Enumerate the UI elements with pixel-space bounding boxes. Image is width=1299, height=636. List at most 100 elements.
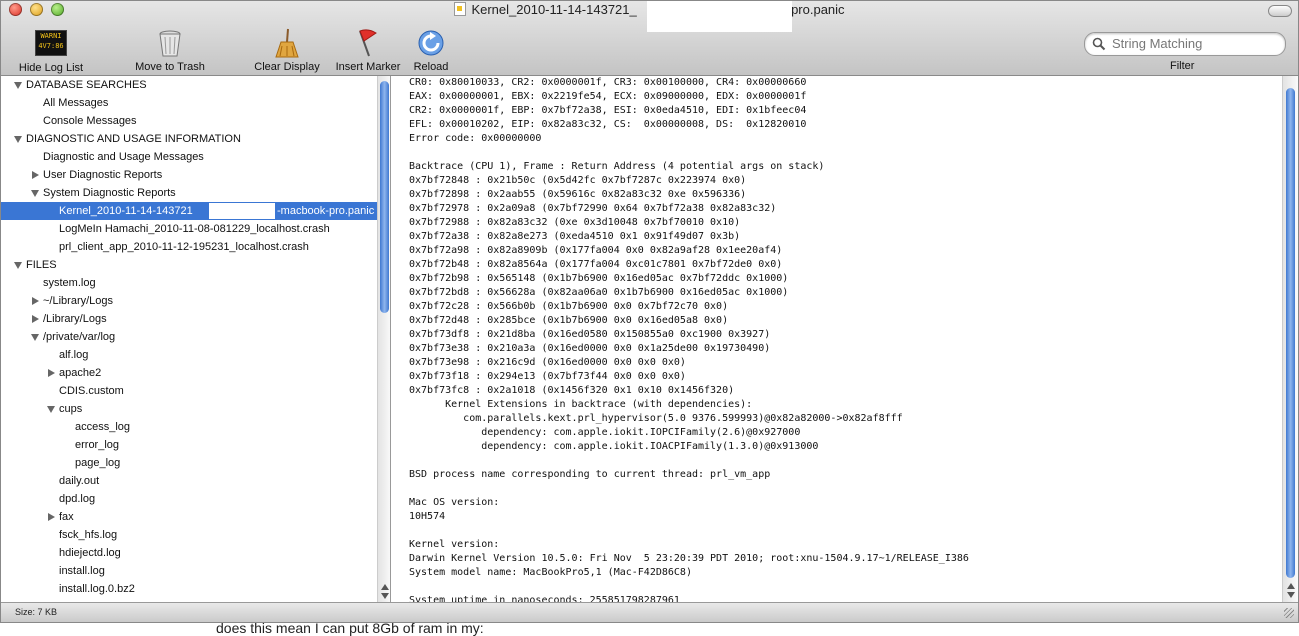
trash-icon xyxy=(159,30,181,57)
sidebar-item-label: DIAGNOSTIC AND USAGE INFORMATION xyxy=(26,133,241,145)
flag-icon xyxy=(359,29,377,57)
sidebar-item-label: User Diagnostic Reports xyxy=(43,169,163,181)
sidebar-item[interactable]: Diagnostic and Usage Messages xyxy=(1,148,377,166)
sidebar-item[interactable]: Kernel_2010-11-14-143721 -macbook-pro.pan… xyxy=(1,202,377,220)
sidebar-item[interactable]: apache2 xyxy=(1,364,377,382)
sidebar-item-label: DATABASE SEARCHES xyxy=(26,79,147,91)
sidebar-item[interactable]: access_log xyxy=(1,418,377,436)
disclosure-open-icon[interactable] xyxy=(13,130,23,148)
hide-log-list-label: Hide Log List xyxy=(18,62,84,74)
disclosure-open-icon[interactable] xyxy=(30,328,40,346)
resize-grip-icon[interactable] xyxy=(1284,608,1294,618)
sidebar-item-label: System Diagnostic Reports xyxy=(43,187,176,199)
document-icon xyxy=(454,2,467,16)
sidebar-item[interactable]: /Library/Logs xyxy=(1,310,377,328)
clear-display-label: Clear Display xyxy=(254,61,320,73)
disclosure-closed-icon[interactable] xyxy=(46,364,56,382)
sidebar-item[interactable]: /private/var/log xyxy=(1,328,377,346)
sidebar-item-label: daily.out xyxy=(59,475,100,487)
reload-icon xyxy=(418,30,444,56)
toolbar: Kernel_2010-11-14-143721_ -pro.panic WARN… xyxy=(1,1,1298,76)
toolbar-toggle-button[interactable] xyxy=(1268,5,1292,17)
sidebar-item-label: system.log xyxy=(43,277,96,289)
sidebar-item-label: alf.log xyxy=(59,349,89,361)
move-to-trash-label: Move to Trash xyxy=(135,61,205,73)
sidebar-item-label: CDIS.custom xyxy=(59,385,124,397)
log-scrollbar[interactable] xyxy=(1282,76,1298,602)
reload-button[interactable]: Reload xyxy=(411,28,451,73)
log-scroll-up-arrow[interactable] xyxy=(1287,583,1295,589)
search-field[interactable]: String Matching xyxy=(1084,32,1286,56)
disclosure-closed-icon[interactable] xyxy=(30,166,40,184)
sidebar-item-label: prl_client_app_2010-11-12-195231_localho… xyxy=(59,241,309,253)
window-title-prefix: Kernel_2010-11-14-143721_ xyxy=(471,2,637,17)
sidebar-item[interactable]: System Diagnostic Reports xyxy=(1,184,377,202)
sidebar-item[interactable]: hdiejectd.log xyxy=(1,544,377,562)
sidebar-scroll-thumb[interactable] xyxy=(380,81,389,313)
sidebar-item-label: install.log.0.bz2 xyxy=(59,583,135,595)
broom-icon xyxy=(275,28,299,58)
log-text: CR0: 0x80010033, CR2: 0x0000001f, CR3: 0… xyxy=(409,77,969,602)
sidebar-item-label: access_log xyxy=(75,421,131,433)
sidebar-item[interactable]: prl_client_app_2010-11-12-195231_localho… xyxy=(1,238,377,256)
sidebar-item-label: apache2 xyxy=(59,367,102,379)
log-content-pane: CR0: 0x80010033, CR2: 0x0000001f, CR3: 0… xyxy=(391,76,1298,602)
disclosure-open-icon[interactable] xyxy=(30,184,40,202)
sidebar-item-label: error_log xyxy=(75,439,120,451)
disclosure-open-icon[interactable] xyxy=(46,400,56,418)
log-scroll-down-arrow[interactable] xyxy=(1287,592,1295,598)
sidebar-section-header[interactable]: DATABASE SEARCHES xyxy=(1,76,377,94)
sidebar-item[interactable]: cups xyxy=(1,400,377,418)
move-to-trash-button[interactable]: Move to Trash xyxy=(131,28,209,73)
search-placeholder: String Matching xyxy=(1112,36,1203,51)
sidebar-item[interactable]: install.log xyxy=(1,562,377,580)
disclosure-open-icon[interactable] xyxy=(13,256,23,274)
window-title-suffix: -pro.panic xyxy=(786,2,845,17)
reload-label: Reload xyxy=(413,61,449,73)
sidebar-item-label: Console Messages xyxy=(43,115,137,127)
sidebar-item[interactable]: dpd.log xyxy=(1,490,377,508)
sidebar-item[interactable]: LogMeIn Hamachi_2010-11-08-081229_localh… xyxy=(1,220,377,238)
sidebar-item[interactable]: All Messages xyxy=(1,94,377,112)
sidebar-item[interactable]: Console Messages xyxy=(1,112,377,130)
sidebar-item[interactable]: CDIS.custom xyxy=(1,382,377,400)
sidebar-item[interactable]: ~/Library/Logs xyxy=(1,292,377,310)
sidebar-scroll-down-arrow[interactable] xyxy=(381,593,389,599)
sidebar-scroll-up-arrow[interactable] xyxy=(381,584,389,590)
sidebar-item-label: /Library/Logs xyxy=(43,313,107,325)
sidebar-item-label: fsck_hfs.log xyxy=(59,529,118,541)
sidebar-item[interactable]: fax xyxy=(1,508,377,526)
sidebar-item-label: LogMeIn Hamachi_2010-11-08-081229_localh… xyxy=(59,223,330,235)
log-scroll-thumb[interactable] xyxy=(1286,88,1295,578)
redaction-box xyxy=(209,203,275,219)
sidebar-section-header[interactable]: FILES xyxy=(1,256,377,274)
warning-log-icon: WARNI 4V7:86 xyxy=(35,30,67,56)
sidebar-item[interactable]: error_log xyxy=(1,436,377,454)
sidebar-item-label: hdiejectd.log xyxy=(59,547,121,559)
sidebar-item[interactable]: fsck_hfs.log xyxy=(1,526,377,544)
size-label: Size: 7 KB xyxy=(15,607,58,617)
sidebar-item[interactable]: page_log xyxy=(1,454,377,472)
disclosure-closed-icon[interactable] xyxy=(30,310,40,328)
sidebar-item[interactable]: daily.out xyxy=(1,472,377,490)
sidebar-section-header[interactable]: DIAGNOSTIC AND USAGE INFORMATION xyxy=(1,130,377,148)
sidebar-item-label: /private/var/log xyxy=(43,331,116,343)
disclosure-open-icon[interactable] xyxy=(13,76,23,94)
sidebar-scrollbar[interactable] xyxy=(377,76,390,602)
hide-log-list-button[interactable]: WARNI 4V7:86 Hide Log List xyxy=(15,28,87,74)
disclosure-closed-icon[interactable] xyxy=(46,508,56,526)
sidebar-item-label: page_log xyxy=(75,457,121,469)
sidebar-item[interactable]: User Diagnostic Reports xyxy=(1,166,377,184)
sidebar-item-label: install.log xyxy=(59,565,105,577)
sidebar-item[interactable]: system.log xyxy=(1,274,377,292)
filter-label: Filter xyxy=(1170,60,1195,72)
insert-marker-button[interactable]: Insert Marker xyxy=(331,28,405,73)
sidebar-item-label: Kernel_2010-11-14-143721 xyxy=(59,205,193,217)
sidebar-item-label: cups xyxy=(59,403,83,415)
sidebar-item[interactable]: alf.log xyxy=(1,346,377,364)
sidebar-item-label: All Messages xyxy=(43,97,109,109)
disclosure-closed-icon[interactable] xyxy=(30,292,40,310)
sidebar-item[interactable]: install.log.0.bz2 xyxy=(1,580,377,598)
clear-display-button[interactable]: Clear Display xyxy=(251,28,323,73)
redaction-box xyxy=(647,1,792,32)
